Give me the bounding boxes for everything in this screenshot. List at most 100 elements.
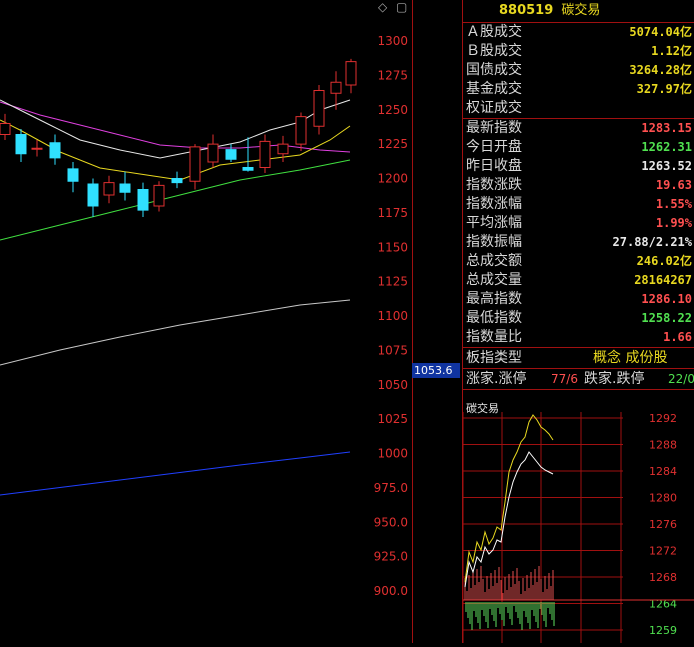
board-type-row: 板指类型 概念 成份股: [463, 348, 694, 369]
price-axis-label: 925.0: [374, 550, 408, 564]
stat-value: 1258.22: [641, 311, 692, 325]
price-axis-label: 1175: [377, 206, 408, 220]
ma120-line: [0, 451, 351, 496]
index-code: 880519: [499, 3, 554, 18]
stat-row: 今日开盘 1262.31: [463, 138, 694, 157]
down-label: 跌家.跌停: [584, 371, 645, 387]
price-axis-label: 1100: [377, 309, 408, 323]
candle-body[interactable]: [189, 146, 201, 182]
panel-header: 880519 碳交易: [463, 0, 694, 23]
candle-body[interactable]: [153, 184, 165, 207]
stat-label: 昨日收盘: [466, 158, 522, 174]
price-axis-label: 1150: [377, 240, 408, 254]
stat-label: 指数涨幅: [466, 196, 522, 212]
mini-axis-label: 1268: [649, 571, 677, 584]
stat-value: 1283.15: [641, 121, 692, 135]
board-type-label: 板指类型: [466, 350, 522, 366]
candle-body[interactable]: [295, 116, 307, 145]
stat-value: 1263.52: [641, 159, 692, 173]
candle-body[interactable]: [103, 182, 115, 196]
stat-row: 平均涨幅 1.99%: [463, 214, 694, 233]
stat-label: 指数涨跌: [466, 177, 522, 193]
candle-body[interactable]: [225, 149, 237, 160]
kline-chart[interactable]: 1300 1275 1250 1225 1200 1175 1150 1125 1100 1075…: [0, 0, 412, 643]
candle-body[interactable]: [313, 90, 325, 127]
index-stats-section: 最新指数 1283.15 今日开盘 1262.31 昨日收盘 1263.52 指数涨跌 19.…: [463, 119, 694, 348]
stat-value: 19.63: [655, 178, 692, 192]
stat-row: 昨日收盘 1263.52: [463, 157, 694, 176]
candle-body[interactable]: [15, 134, 27, 155]
price-axis-label: 950.0: [374, 515, 408, 529]
mini-axis-label: 1259: [649, 624, 677, 637]
stat-value: 1.12亿: [651, 44, 692, 58]
stat-row: 最新指数 1283.15: [463, 119, 694, 138]
stat-value: 1262.31: [641, 140, 692, 154]
stat-row: 权证成交: [463, 99, 694, 118]
candle-body[interactable]: [330, 81, 342, 94]
candle-body[interactable]: [119, 183, 131, 193]
stat-row: 指数涨跌 19.63: [463, 176, 694, 195]
stat-row: 最低指数 1258.22: [463, 309, 694, 328]
candle-body[interactable]: [67, 168, 79, 182]
ma60-line: [0, 299, 351, 366]
mini-axis-label: 1264: [649, 598, 677, 611]
down-value: 22/0: [668, 372, 694, 386]
kline-svg[interactable]: 1300 1275 1250 1225 1200 1175 1150 1125 1100 1075…: [0, 0, 412, 643]
stat-label: 今日开盘: [466, 139, 522, 155]
stat-row: 指数涨幅 1.55%: [463, 195, 694, 214]
stat-value: 5074.04亿: [629, 25, 692, 39]
candle-body[interactable]: [207, 143, 219, 163]
price-axis-label: 1275: [377, 68, 408, 82]
price-axis-label: 1225: [377, 137, 408, 151]
stat-label: Ｂ股成交: [466, 43, 522, 59]
divider: [412, 0, 413, 643]
stat-value: 1286.10: [641, 292, 692, 306]
candle-body[interactable]: [31, 147, 43, 150]
stat-value: 27.88/2.21%: [612, 235, 692, 249]
stat-value: 246.02亿: [636, 254, 692, 268]
mini-axis-label: 1284: [649, 465, 677, 478]
board-type-value: 概念 成份股: [593, 350, 668, 366]
mini-axis-label: 1272: [649, 545, 677, 558]
candle-body[interactable]: [259, 140, 271, 168]
price-axis-label: 1075: [377, 343, 408, 357]
candle-body[interactable]: [49, 142, 61, 159]
stat-value: 1.55%: [655, 197, 692, 211]
price-axis-label: 1125: [377, 275, 408, 289]
candle-body[interactable]: [345, 61, 357, 86]
stat-row: Ａ股成交 5074.04亿: [463, 23, 694, 42]
price-axis-label: 1000: [377, 447, 408, 461]
candle-body[interactable]: [0, 123, 11, 135]
turnover-section: Ａ股成交 5074.04亿 Ｂ股成交 1.12亿国债成交 3264.28亿基金成交 327…: [463, 23, 694, 119]
intraday-mini-chart[interactable]: 1292 1288 1284 1280 1276 1272 1268 1264 1259: [462, 412, 694, 643]
price-axis-label: 1250: [377, 103, 408, 117]
stat-value: 3264.28亿: [629, 63, 692, 77]
price-axis-label: 900.0: [374, 584, 408, 598]
stat-row: 基金成交 327.97亿: [463, 80, 694, 99]
stat-value: 327.97亿: [636, 82, 692, 96]
diamond-icon[interactable]: ◇: [378, 0, 387, 14]
up-value: 77/6: [551, 372, 578, 386]
price-axis-label: 1300: [377, 34, 408, 48]
stat-label: 平均涨幅: [466, 215, 522, 231]
stat-label: Ａ股成交: [466, 24, 522, 40]
stat-label: 总成交量: [466, 272, 522, 288]
candle-body[interactable]: [87, 183, 99, 207]
candle-body[interactable]: [137, 189, 149, 211]
stat-label: 国债成交: [466, 62, 522, 78]
candle-body[interactable]: [171, 178, 183, 184]
candle-body[interactable]: [242, 167, 254, 171]
ma30-line: [0, 159, 351, 241]
stat-label: 基金成交: [466, 81, 522, 97]
stat-row: 总成交量 28164267: [463, 271, 694, 290]
stat-label: 最高指数: [466, 291, 522, 307]
stat-row: 指数量比 1.66: [463, 328, 694, 347]
candle-body[interactable]: [277, 143, 289, 155]
stat-row: Ｂ股成交 1.12亿: [463, 42, 694, 61]
stat-label: 最低指数: [466, 310, 522, 326]
stat-value: 28164267: [634, 273, 692, 287]
mini-svg[interactable]: 1292 1288 1284 1280 1276 1272 1268 1264 1259: [462, 412, 694, 643]
box-icon[interactable]: ▢: [396, 0, 407, 14]
stat-value: 1.99%: [655, 216, 692, 230]
current-price-tag: 1053.6: [412, 363, 460, 378]
